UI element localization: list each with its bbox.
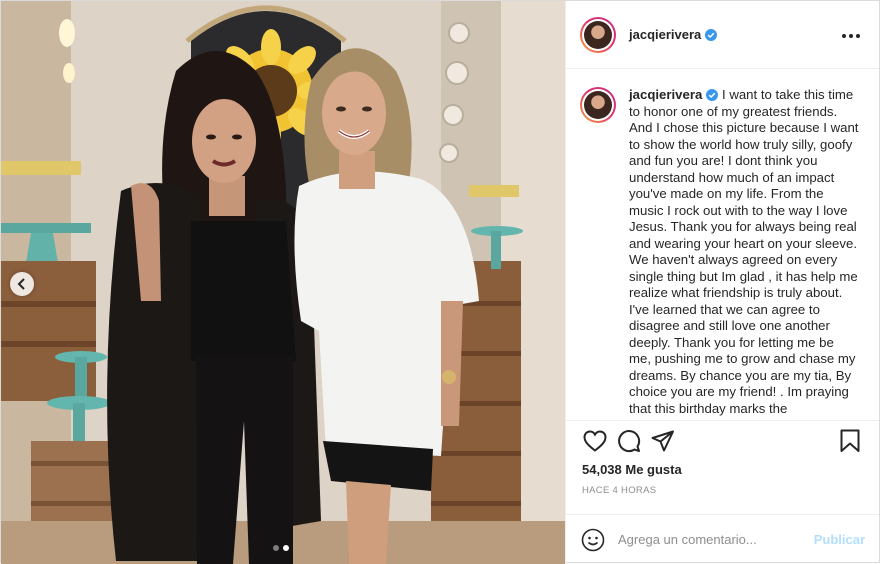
comment-icon [618, 429, 641, 452]
caption-username-text: jacqierivera [629, 87, 703, 102]
comment-form: Publicar [566, 514, 879, 564]
verified-badge-icon [705, 29, 718, 41]
emoji-icon [581, 528, 605, 551]
avatar-image [584, 91, 612, 119]
carousel-prev-button[interactable] [10, 272, 34, 296]
share-icon [651, 430, 674, 451]
caption-section: jacqierivera I want to take this time to… [566, 69, 879, 420]
username-text: jacqierivera [629, 27, 702, 42]
avatar[interactable] [580, 16, 616, 53]
instagram-post: jacqierivera jacqierivera I want to take… [0, 0, 880, 564]
caption-username-link[interactable]: jacqierivera [629, 87, 719, 102]
caption: jacqierivera I want to take this time to… [629, 87, 859, 420]
username-link[interactable]: jacqierivera [629, 27, 718, 42]
publish-comment-button[interactable]: Publicar [814, 532, 865, 547]
caption-text: I want to take this time to honor one of… [629, 87, 859, 416]
photo-scene [1, 1, 565, 564]
bookmark-icon [840, 429, 860, 452]
post-header: jacqierivera [566, 1, 879, 69]
like-button[interactable] [578, 424, 612, 458]
carousel-indicator [273, 545, 289, 551]
more-horizontal-icon [842, 33, 860, 38]
more-options-button[interactable] [837, 22, 865, 48]
verified-badge-icon [706, 89, 719, 101]
carousel-dot-active [283, 545, 289, 551]
caption-avatar[interactable] [580, 87, 616, 123]
post-details-panel: jacqierivera jacqierivera I want to take… [565, 1, 879, 564]
carousel-dot [273, 545, 279, 551]
heart-icon [583, 429, 607, 452]
comment-input[interactable] [618, 532, 814, 547]
avatar-image [584, 20, 612, 49]
likes-count[interactable]: 54,038 Me gusta [566, 461, 879, 479]
emoji-button[interactable] [580, 527, 606, 553]
share-button[interactable] [646, 424, 680, 458]
action-bar [566, 420, 879, 460]
comment-button[interactable] [612, 424, 646, 458]
post-timestamp[interactable]: HACE 4 HORAS [566, 485, 879, 499]
post-photo[interactable] [1, 1, 565, 564]
save-button[interactable] [833, 424, 867, 458]
chevron-left-icon [17, 278, 25, 290]
